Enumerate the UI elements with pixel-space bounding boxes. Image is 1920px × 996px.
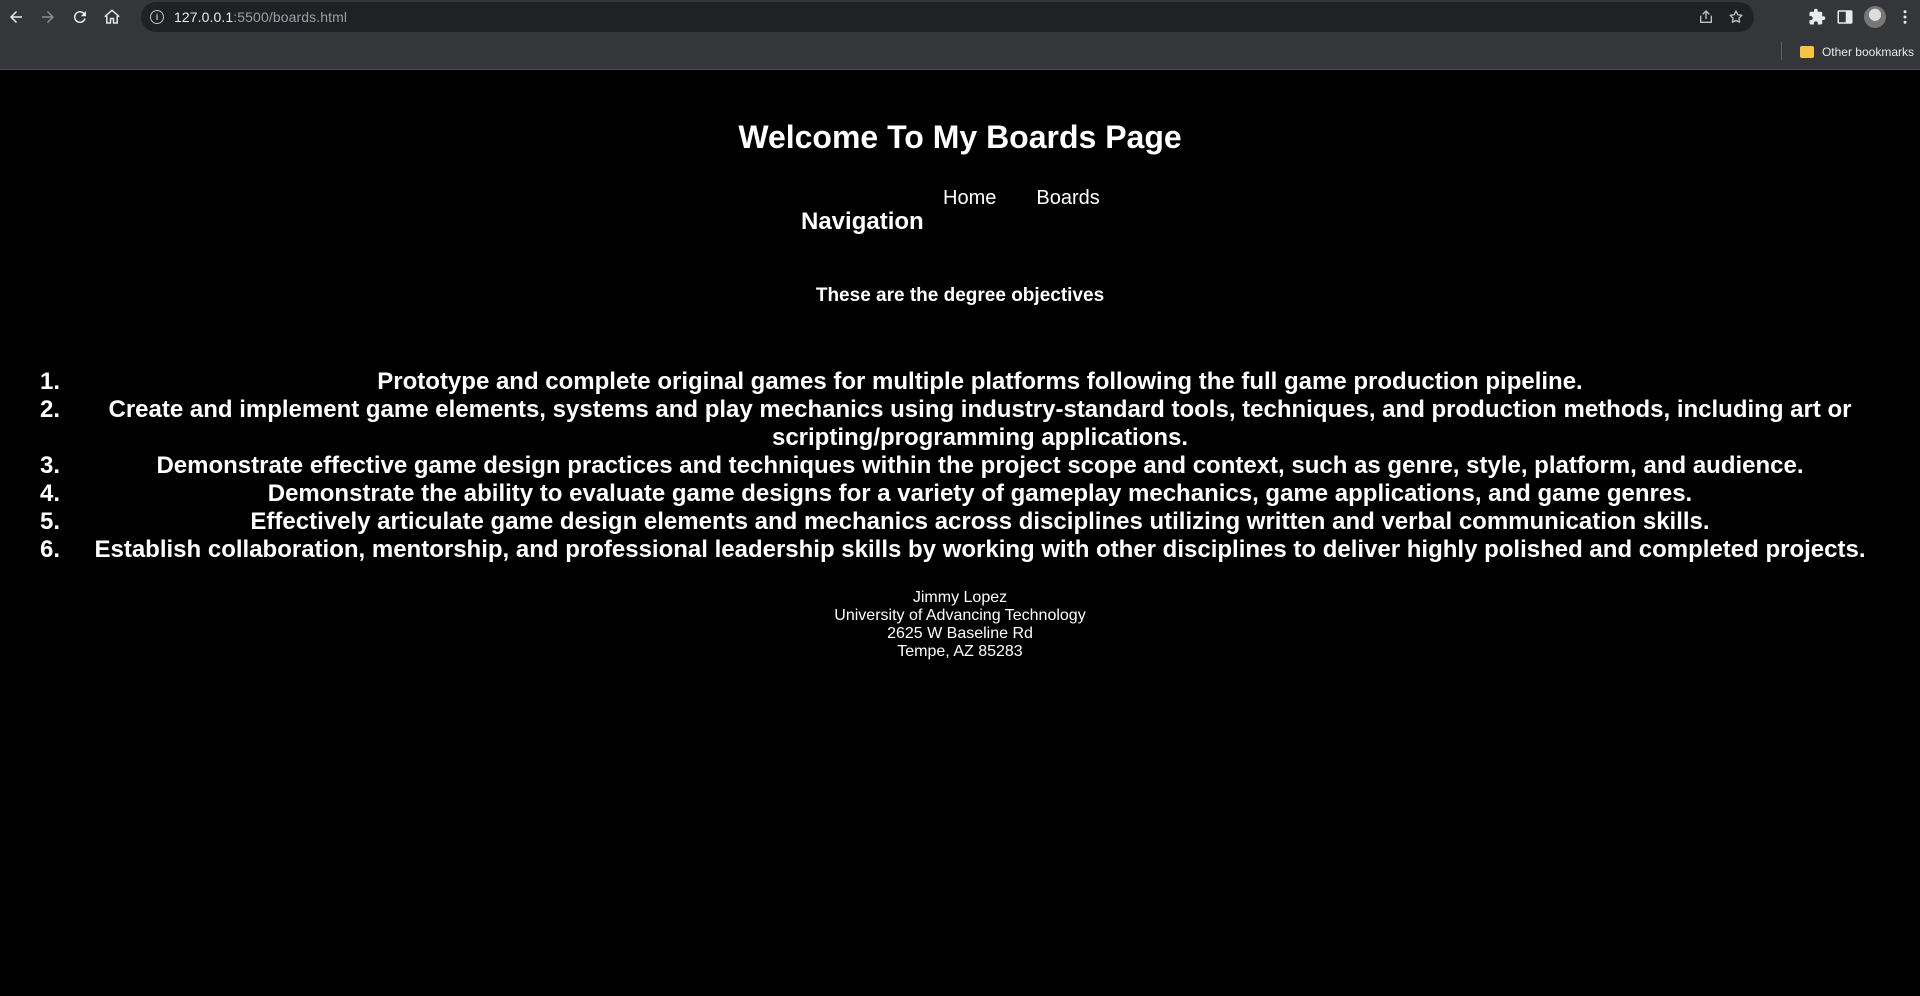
home-icon bbox=[104, 9, 120, 24]
list-item: 2. Create and implement game elements, s… bbox=[0, 396, 1920, 452]
url-host: 127.0.0.1 bbox=[174, 9, 234, 25]
share-icon[interactable] bbox=[1698, 9, 1714, 25]
forward-button[interactable] bbox=[32, 1, 64, 33]
list-item-number: 5. bbox=[40, 508, 61, 535]
other-bookmarks-button[interactable]: Other bookmarks bbox=[1792, 34, 1920, 69]
navigation-heading: Navigation bbox=[801, 208, 924, 235]
list-item: 6. Establish collaboration, mentorship, … bbox=[0, 536, 1920, 564]
footer-address: Jimmy Lopez University of Advancing Tech… bbox=[0, 589, 1920, 661]
browser-toolbar: i 127.0.0.1:5500/boards.html bbox=[0, 0, 1920, 34]
list-item: 5. Effectively articulate game design el… bbox=[0, 508, 1920, 536]
list-item-text: Demonstrate effective game design practi… bbox=[156, 452, 1804, 479]
bookmarks-bar: Other bookmarks bbox=[0, 34, 1920, 70]
extensions-puzzle-icon[interactable] bbox=[1808, 8, 1826, 26]
profile-avatar[interactable] bbox=[1864, 6, 1886, 28]
url-text[interactable]: 127.0.0.1:5500/boards.html bbox=[174, 9, 347, 25]
page-title: Welcome To My Boards Page bbox=[738, 119, 1182, 155]
list-item-number: 1. bbox=[40, 368, 61, 395]
list-item-number: 4. bbox=[40, 480, 61, 507]
omnibox-actions bbox=[1698, 2, 1744, 32]
list-item: 3. Demonstrate effective game design pra… bbox=[0, 452, 1920, 480]
arrow-left-icon bbox=[10, 11, 22, 23]
bookmark-star-icon[interactable] bbox=[1728, 9, 1744, 25]
list-item-number: 3. bbox=[40, 452, 61, 479]
footer-school: University of Advancing Technology bbox=[834, 607, 1086, 624]
nav-link-boards[interactable]: Boards bbox=[1036, 187, 1099, 210]
footer-city: Tempe, AZ 85283 bbox=[897, 643, 1023, 660]
folder-icon bbox=[1799, 45, 1814, 58]
toolbar-actions bbox=[1808, 0, 1914, 34]
footer-name: Jimmy Lopez bbox=[912, 589, 1008, 606]
other-bookmarks-label: Other bookmarks bbox=[1821, 44, 1914, 59]
list-item-number: 6. bbox=[40, 536, 61, 563]
home-button[interactable] bbox=[96, 1, 128, 33]
url-path: :5500/boards.html bbox=[233, 9, 348, 25]
back-button[interactable] bbox=[0, 1, 32, 33]
list-item-text: Create and implement game elements, syst… bbox=[108, 396, 1852, 451]
nav-link-home[interactable]: Home bbox=[943, 187, 996, 210]
footer-street: 2625 W Baseline Rd bbox=[887, 625, 1033, 642]
site-info-icon[interactable]: i bbox=[150, 10, 164, 24]
objectives-list: 1. Prototype and complete original games… bbox=[0, 368, 1920, 564]
bookmarks-separator bbox=[1781, 42, 1782, 60]
reload-icon bbox=[73, 11, 86, 24]
list-item-text: Establish collaboration, mentorship, and… bbox=[94, 536, 1866, 563]
list-item: 1. Prototype and complete original games… bbox=[0, 368, 1920, 396]
objectives-heading: These are the degree objectives bbox=[815, 285, 1105, 306]
list-item-number: 2. bbox=[40, 396, 61, 423]
list-item: 4. Demonstrate the ability to evaluate g… bbox=[0, 480, 1920, 508]
address-bar[interactable]: i 127.0.0.1:5500/boards.html bbox=[141, 2, 1754, 32]
kebab-menu-icon[interactable] bbox=[1896, 8, 1914, 26]
list-item-text: Prototype and complete original games fo… bbox=[377, 368, 1583, 395]
side-panel-icon[interactable] bbox=[1836, 8, 1854, 26]
list-item-text: Demonstrate the ability to evaluate game… bbox=[267, 480, 1693, 507]
nav-links: Home Boards bbox=[943, 187, 1100, 210]
reload-button[interactable] bbox=[64, 1, 96, 33]
arrow-right-icon bbox=[42, 11, 54, 23]
page-content: Welcome To My Boards Page Navigation Hom… bbox=[0, 70, 1920, 996]
list-item-text: Effectively articulate game design eleme… bbox=[250, 508, 1710, 535]
